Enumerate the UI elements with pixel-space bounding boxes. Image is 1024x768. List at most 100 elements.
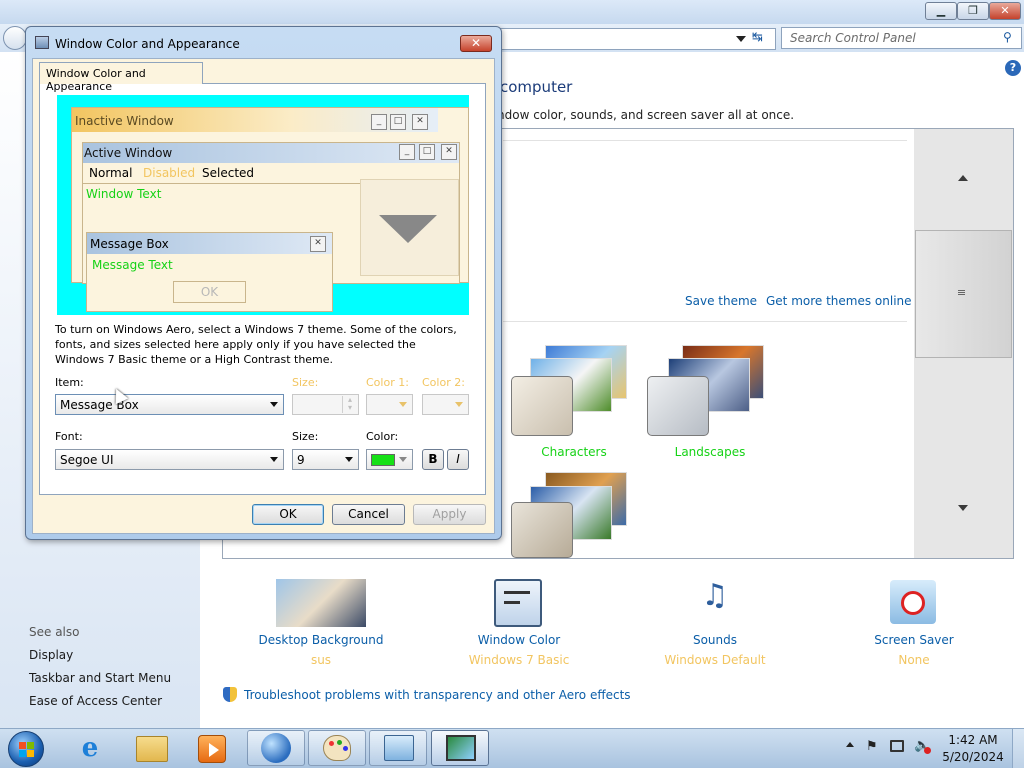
see-also-ease-of-access-link[interactable]: Ease of Access Center: [29, 694, 162, 708]
start-button[interactable]: [8, 731, 44, 767]
chevron-down-icon: [270, 457, 278, 462]
search-input[interactable]: Search Control Panel: [781, 27, 1022, 49]
page-heading: computer: [500, 78, 573, 96]
preview-scroll-down-icon: [379, 215, 437, 243]
screen-saver-value: None: [898, 653, 930, 667]
get-more-themes-link[interactable]: Get more themes online: [766, 294, 912, 308]
taskbar-control-panel-button[interactable]: [369, 730, 427, 766]
sounds-link[interactable]: Sounds: [640, 633, 790, 647]
refresh-icon[interactable]: ↹: [752, 30, 763, 45]
chevron-down-icon: [455, 402, 463, 407]
globe-icon: [261, 733, 291, 763]
preview-close-icon: ✕: [412, 114, 428, 130]
chevron-down-icon: [399, 402, 407, 407]
color-swatch: [371, 454, 395, 466]
network-icon[interactable]: [890, 740, 904, 752]
file-explorer-icon[interactable]: [136, 736, 168, 762]
internet-explorer-icon[interactable]: e: [70, 731, 110, 765]
preview-maximize-icon: □: [390, 114, 406, 130]
aero-info-text: To turn on Windows Aero, select a Window…: [55, 323, 457, 366]
mute-indicator-icon: [924, 747, 931, 754]
personalization-icon: [446, 735, 476, 761]
theme-name: Landscapes: [674, 445, 746, 459]
taskbar-personalization-button[interactable]: [431, 730, 489, 766]
chevron-down-icon: [399, 457, 407, 462]
address-dropdown-icon[interactable]: [736, 36, 746, 42]
preview-maximize-icon: □: [419, 144, 435, 160]
window-color-value: Windows 7 Basic: [468, 653, 570, 667]
font-size-label: Size:: [292, 430, 319, 443]
see-also-taskbar-link[interactable]: Taskbar and Start Menu: [29, 671, 171, 685]
minimize-button[interactable]: ▁: [925, 2, 957, 20]
preview-minimize-icon: _: [371, 114, 387, 130]
item-select-value: Message Box: [60, 398, 139, 412]
address-bar[interactable]: [490, 28, 776, 50]
cancel-button[interactable]: Cancel: [332, 504, 405, 525]
bold-button[interactable]: B: [422, 449, 444, 470]
scroll-up-icon[interactable]: [958, 175, 968, 181]
item-select[interactable]: Message Box: [55, 394, 284, 415]
font-color-picker[interactable]: [366, 449, 413, 470]
color2-picker[interactable]: [422, 394, 469, 415]
tab-window-color[interactable]: Window Color and Appearance: [39, 62, 203, 93]
screen-saver-link[interactable]: Screen Saver: [839, 633, 989, 647]
control-panel-icon: [384, 735, 414, 761]
shield-icon: [223, 687, 237, 702]
troubleshoot-link[interactable]: Troubleshoot problems with transparency …: [244, 688, 631, 702]
sounds-icon[interactable]: ♫: [690, 578, 740, 626]
item-label: Item:: [55, 376, 84, 389]
clock-time[interactable]: 1:42 AM: [938, 733, 1008, 747]
preview-menu-selected: Selected: [202, 166, 255, 180]
italic-button[interactable]: I: [447, 449, 469, 470]
preview-close-icon: ✕: [310, 236, 326, 252]
see-also-title: See also: [29, 625, 80, 639]
font-select-value: Segoe UI: [60, 453, 114, 467]
preview-active-title: Active Window: [84, 146, 173, 160]
dialog-title: Window Color and Appearance: [55, 37, 240, 51]
theme-characters[interactable]: [511, 376, 573, 436]
apply-button[interactable]: Apply: [413, 504, 486, 525]
divider: [503, 140, 907, 141]
sounds-value: Windows Default: [664, 653, 766, 667]
appearance-preview: Inactive Window _ □ ✕ Active Window _ □ …: [57, 95, 469, 315]
close-button[interactable]: ✕: [989, 2, 1021, 20]
preview-inactive-title: Inactive Window: [75, 114, 174, 128]
desktop-background-icon[interactable]: [276, 579, 366, 627]
window-color-icon[interactable]: [494, 579, 542, 627]
chevron-down-icon: [270, 402, 278, 407]
taskbar-paint-button[interactable]: [308, 730, 366, 766]
font-label: Font:: [55, 430, 83, 443]
font-size-select[interactable]: 9: [292, 449, 359, 470]
dialog-close-button[interactable]: ✕: [460, 35, 492, 52]
search-icon[interactable]: ⚲: [1003, 30, 1012, 44]
show-desktop-button[interactable]: [1012, 729, 1024, 768]
back-button[interactable]: [3, 26, 27, 50]
save-theme-link[interactable]: Save theme: [685, 294, 757, 308]
preview-menu-normal: Normal: [89, 166, 133, 180]
action-center-flag-icon[interactable]: ⚑: [866, 739, 878, 754]
see-also-display-link[interactable]: Display: [29, 648, 73, 662]
preview-message-text: Message Text: [92, 258, 173, 272]
clock-date[interactable]: 5/20/2024: [938, 750, 1008, 764]
theme-landscapes[interactable]: [647, 376, 709, 436]
taskbar-globe-button[interactable]: [247, 730, 305, 766]
help-icon[interactable]: ?: [1005, 60, 1021, 76]
paint-palette-icon: [323, 735, 351, 761]
color1-picker[interactable]: [366, 394, 413, 415]
preview-window-text: Window Text: [86, 187, 162, 201]
color1-label: Color 1:: [366, 376, 409, 389]
scroll-down-icon[interactable]: [958, 505, 968, 511]
font-size-value: 9: [297, 453, 305, 467]
chevron-down-icon: [345, 457, 353, 462]
scrollbar-thumb[interactable]: [915, 230, 1012, 358]
media-player-icon[interactable]: [198, 735, 226, 763]
ok-button[interactable]: OK: [252, 504, 324, 525]
font-select[interactable]: Segoe UI: [55, 449, 284, 470]
desktop-background-link[interactable]: Desktop Background: [246, 633, 396, 647]
show-hidden-icons[interactable]: [846, 742, 854, 747]
window-color-link[interactable]: Window Color: [444, 633, 594, 647]
screen-saver-icon[interactable]: [890, 580, 936, 624]
size-spinner-disabled[interactable]: ▴ ▾: [292, 394, 359, 415]
restore-button[interactable]: ❐: [957, 2, 989, 20]
theme-card[interactable]: [511, 502, 573, 558]
